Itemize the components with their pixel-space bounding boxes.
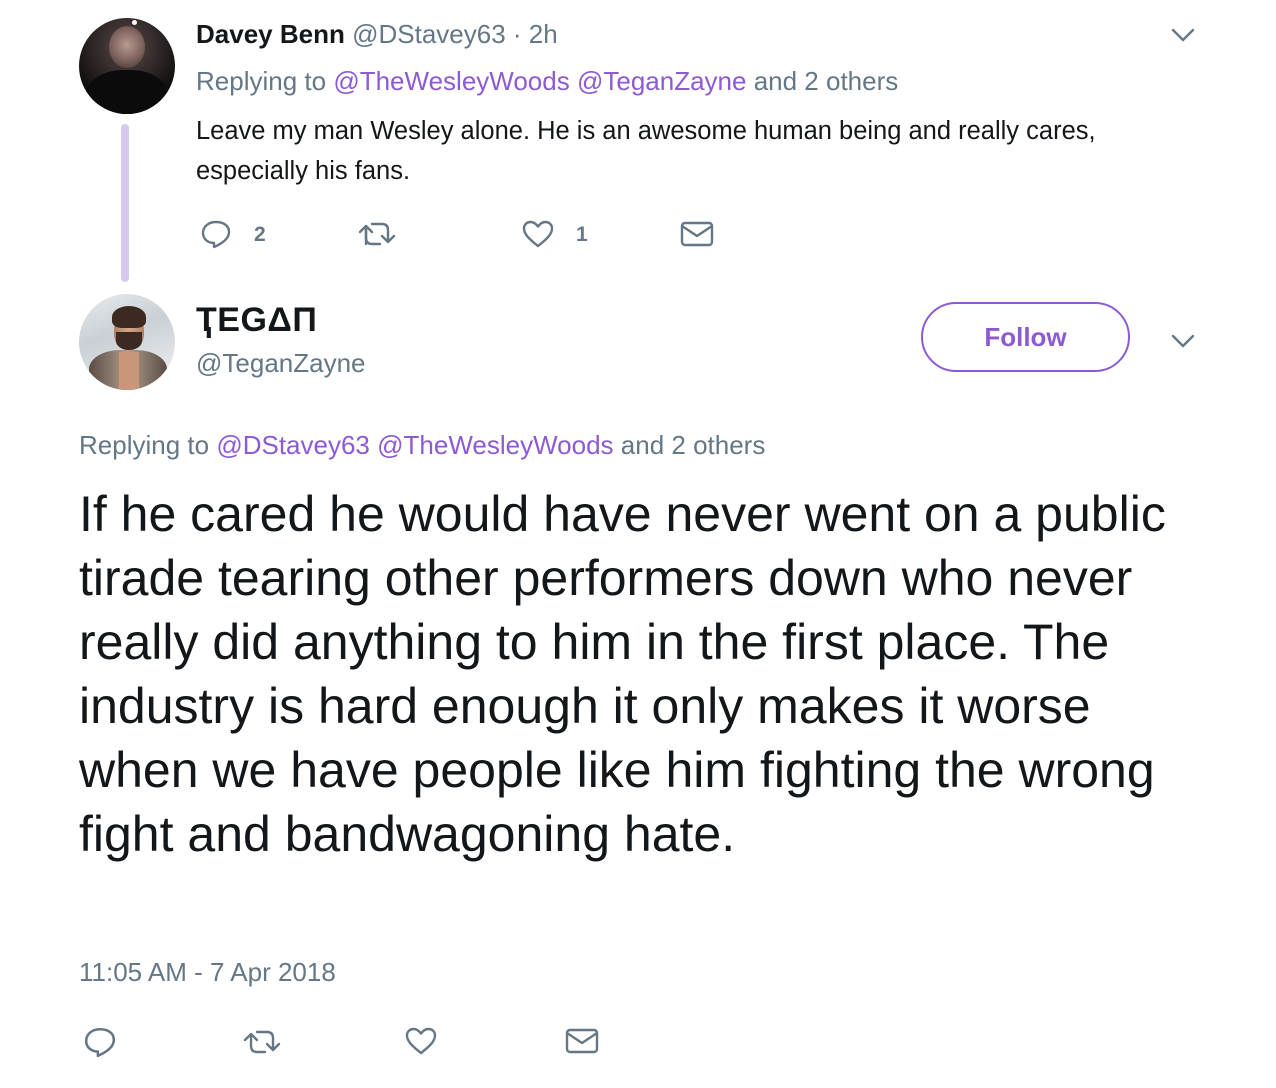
- retweet-icon[interactable]: [358, 220, 396, 248]
- replying-others[interactable]: and 2 others: [621, 430, 766, 460]
- envelope-icon[interactable]: [680, 220, 714, 248]
- avatar-glint: [132, 20, 137, 25]
- main-author-handle[interactable]: @TeganZayne: [196, 346, 366, 380]
- main-author-name[interactable]: ҬEGΔП: [196, 300, 317, 340]
- chevron-down-icon[interactable]: [1170, 328, 1196, 354]
- mention-link[interactable]: @TheWesleyWoods: [377, 430, 613, 460]
- mention-link[interactable]: @TheWesleyWoods: [333, 66, 569, 96]
- follow-button[interactable]: Follow: [921, 302, 1130, 372]
- reply-count: 2: [254, 223, 266, 246]
- reply-icon[interactable]: [83, 1026, 117, 1058]
- reply-author-name[interactable]: Davey Benn: [196, 19, 345, 49]
- reply-author-handle[interactable]: @DStavey63: [352, 19, 506, 49]
- thread-connector-line: [121, 124, 129, 282]
- like-count: 1: [576, 223, 588, 246]
- reply-tweet-time[interactable]: 2h: [529, 19, 558, 49]
- avatar-beard: [116, 332, 142, 350]
- avatar-hair: [112, 306, 146, 328]
- heart-icon[interactable]: [521, 219, 555, 249]
- reply-tweet-text: Leave my man Wesley alone. He is an awes…: [196, 117, 1096, 185]
- heart-icon[interactable]: [404, 1026, 438, 1056]
- reply-replying-to: Replying to @TheWesleyWoods @TeganZayne …: [196, 64, 898, 98]
- avatar-shoulders: [85, 70, 169, 114]
- replying-prefix: Replying to: [196, 66, 327, 96]
- mention-link[interactable]: @TeganZayne: [577, 66, 747, 96]
- reply-author-avatar[interactable]: [79, 18, 175, 114]
- main-author-avatar[interactable]: [79, 294, 175, 390]
- chevron-down-icon[interactable]: [1170, 22, 1196, 48]
- reply-tweet-header: Davey Benn @DStavey63 · 2h: [196, 17, 558, 51]
- envelope-icon[interactable]: [565, 1027, 599, 1055]
- main-tweet-text: If he cared he would have never went on …: [79, 486, 1166, 862]
- avatar-chest: [119, 352, 139, 390]
- retweet-icon[interactable]: [243, 1028, 281, 1056]
- replying-others[interactable]: and 2 others: [754, 66, 899, 96]
- main-replying-to: Replying to @DStavey63 @TheWesleyWoods a…: [79, 428, 765, 462]
- replying-prefix: Replying to: [79, 430, 210, 460]
- reply-icon[interactable]: [200, 219, 232, 249]
- header-separator: ·: [512, 19, 522, 49]
- tweet-timestamp[interactable]: 11:05 AM - 7 Apr 2018: [79, 955, 336, 989]
- avatar-face: [109, 26, 145, 68]
- mention-link[interactable]: @DStavey63: [216, 430, 370, 460]
